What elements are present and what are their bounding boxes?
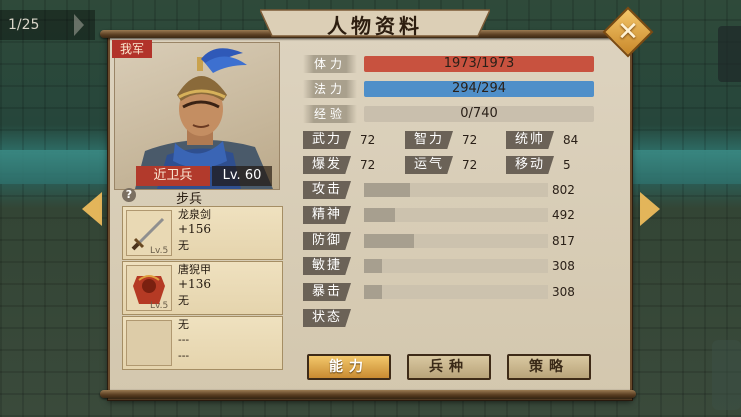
equipment-level: Lv.5 xyxy=(150,301,169,311)
equipment-level: Lv.5 xyxy=(150,246,169,256)
attr-value: 84 xyxy=(563,133,579,147)
attr-label: 智力 xyxy=(405,131,453,149)
stat-track xyxy=(364,285,548,299)
equipment-extra: 无 xyxy=(178,239,189,252)
hp-value: 1973/1973 xyxy=(443,56,515,71)
prev-character-arrow-icon[interactable] xyxy=(82,192,102,226)
page-title: 人物资料 xyxy=(327,14,423,38)
exp-label: 经验 xyxy=(303,105,357,123)
stat-track xyxy=(364,259,548,273)
stat-fill xyxy=(364,234,414,248)
equipment-name: 唐猊甲 xyxy=(178,263,211,276)
side-tab-bottom[interactable] xyxy=(712,340,741,410)
character-level: Lv. 60 xyxy=(212,166,272,186)
tab-strategy[interactable]: 策略 xyxy=(507,354,591,380)
stat-value: 802 xyxy=(552,183,575,197)
stat-fill xyxy=(364,183,410,197)
tab-troop[interactable]: 兵种 xyxy=(407,354,491,380)
attr-value: 5 xyxy=(563,158,571,172)
stat-value: 492 xyxy=(552,208,575,222)
stat-value: 308 xyxy=(552,259,575,273)
attr-value: 72 xyxy=(360,133,376,147)
side-tab[interactable] xyxy=(718,26,741,82)
hp-label: 体力 xyxy=(303,55,357,73)
mp-label: 法力 xyxy=(303,80,357,98)
counter-arrow-icon xyxy=(74,14,84,36)
stat-label: 暴击 xyxy=(303,283,351,301)
equipment-extra: --- xyxy=(178,349,190,362)
equipment-name: 龙泉剑 xyxy=(178,208,211,221)
attr-label: 运气 xyxy=(405,156,453,174)
empty-slot-icon xyxy=(126,320,172,366)
mp-value: 294/294 xyxy=(451,81,506,96)
stat-value: 308 xyxy=(552,285,575,299)
stat-value: 817 xyxy=(552,234,575,248)
attr-value: 72 xyxy=(462,158,478,172)
stat-label: 敏捷 xyxy=(303,257,351,275)
stat-fill xyxy=(364,208,396,222)
help-icon[interactable]: ? xyxy=(122,188,136,202)
attr-label: 移动 xyxy=(506,156,554,174)
tab-ability[interactable]: 能力 xyxy=(307,354,391,380)
stat-label: 防御 xyxy=(303,232,351,250)
close-icon[interactable]: ✕ xyxy=(610,14,646,50)
equipment-bonus: +136 xyxy=(178,277,211,291)
next-character-arrow-icon[interactable] xyxy=(640,192,660,226)
stat-label: 精神 xyxy=(303,206,351,224)
equipment-extra: 无 xyxy=(178,294,189,307)
status-label: 状态 xyxy=(303,309,351,327)
attr-label: 统帅 xyxy=(506,131,554,149)
stat-fill xyxy=(364,259,383,273)
attr-value: 72 xyxy=(360,158,376,172)
equipment-name: 无 xyxy=(178,318,189,331)
unit-name: 近卫兵 xyxy=(136,166,210,186)
attr-value: 72 xyxy=(462,133,478,147)
faction-badge: 我军 xyxy=(112,40,152,58)
attr-label: 武力 xyxy=(303,131,351,149)
exp-value: 0/740 xyxy=(460,106,498,121)
attr-label: 爆发 xyxy=(303,156,351,174)
troop-type: 步兵 xyxy=(176,192,203,207)
stat-label: 攻击 xyxy=(303,181,351,199)
equipment-bonus: --- xyxy=(178,333,190,346)
scroll-rod-bottom xyxy=(100,390,636,398)
stat-fill xyxy=(364,285,383,299)
equipment-bonus: +156 xyxy=(178,222,211,236)
